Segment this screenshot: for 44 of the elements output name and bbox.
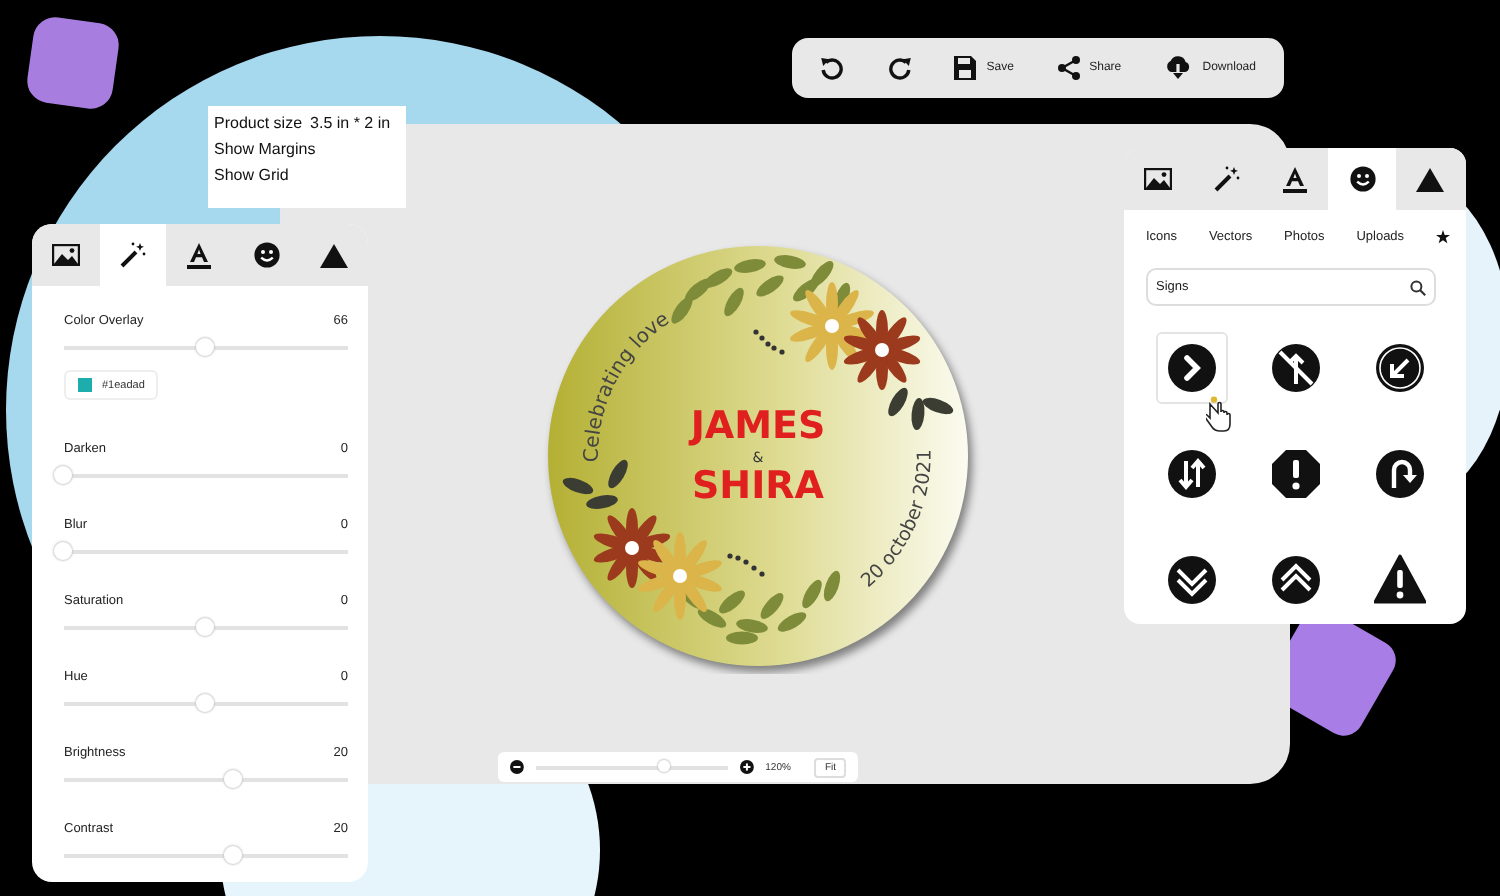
no-straight-sign-icon bbox=[1270, 342, 1322, 394]
image-icon bbox=[1144, 168, 1172, 190]
text-format-icon bbox=[1281, 165, 1307, 193]
menu-item[interactable]: Show Grid bbox=[214, 166, 406, 184]
slider-thumb[interactable] bbox=[54, 542, 72, 560]
exclamation-octagon-icon bbox=[1270, 448, 1322, 500]
effects-tab[interactable] bbox=[99, 224, 167, 286]
smiley-icon bbox=[254, 242, 281, 268]
text-format-icon bbox=[186, 241, 213, 269]
arrow-circle-icon bbox=[1374, 342, 1426, 394]
chevron-circle-icon bbox=[1166, 342, 1218, 394]
menu-item[interactable]: Show Margins bbox=[214, 140, 406, 158]
slider-thumb[interactable] bbox=[196, 618, 214, 636]
product-size-value: 3.5 in * 2 in bbox=[310, 114, 391, 132]
image-icon bbox=[51, 244, 80, 266]
triangle-icon bbox=[1416, 167, 1444, 191]
slider-thumb[interactable] bbox=[196, 338, 214, 356]
sign-option[interactable] bbox=[1156, 332, 1228, 404]
icons-tab[interactable] bbox=[1328, 148, 1396, 210]
slider-thumb[interactable] bbox=[224, 846, 243, 864]
smiley-icon bbox=[1349, 166, 1375, 192]
triangle-icon bbox=[320, 243, 349, 267]
redo-icon bbox=[887, 56, 912, 80]
share-icon bbox=[1057, 56, 1080, 80]
name-text: JAMES bbox=[690, 404, 826, 448]
name-text: SHIRA bbox=[692, 464, 824, 508]
hand-cursor-icon bbox=[1206, 396, 1234, 432]
slider-thumb[interactable] bbox=[224, 770, 243, 788]
star-icon[interactable] bbox=[1435, 230, 1450, 244]
warning-triangle-icon bbox=[1374, 554, 1426, 606]
chevrons-up-icon bbox=[1270, 554, 1322, 606]
search-icon[interactable] bbox=[1410, 279, 1426, 295]
zoom-slider-thumb[interactable] bbox=[658, 760, 671, 772]
slider-thumb[interactable] bbox=[196, 694, 214, 712]
slider-thumb[interactable] bbox=[54, 466, 72, 484]
zoom-out-icon[interactable] bbox=[510, 760, 524, 774]
zoom-in-icon[interactable] bbox=[739, 760, 754, 774]
cloud-download-icon bbox=[1164, 56, 1193, 80]
product-size-label: Product size bbox=[214, 114, 303, 132]
magic-wand-icon bbox=[119, 242, 146, 268]
undo-icon bbox=[820, 56, 844, 80]
magic-wand-icon bbox=[1213, 166, 1239, 192]
chevrons-down-icon bbox=[1166, 554, 1218, 606]
two-way-arrows-icon bbox=[1166, 448, 1218, 500]
